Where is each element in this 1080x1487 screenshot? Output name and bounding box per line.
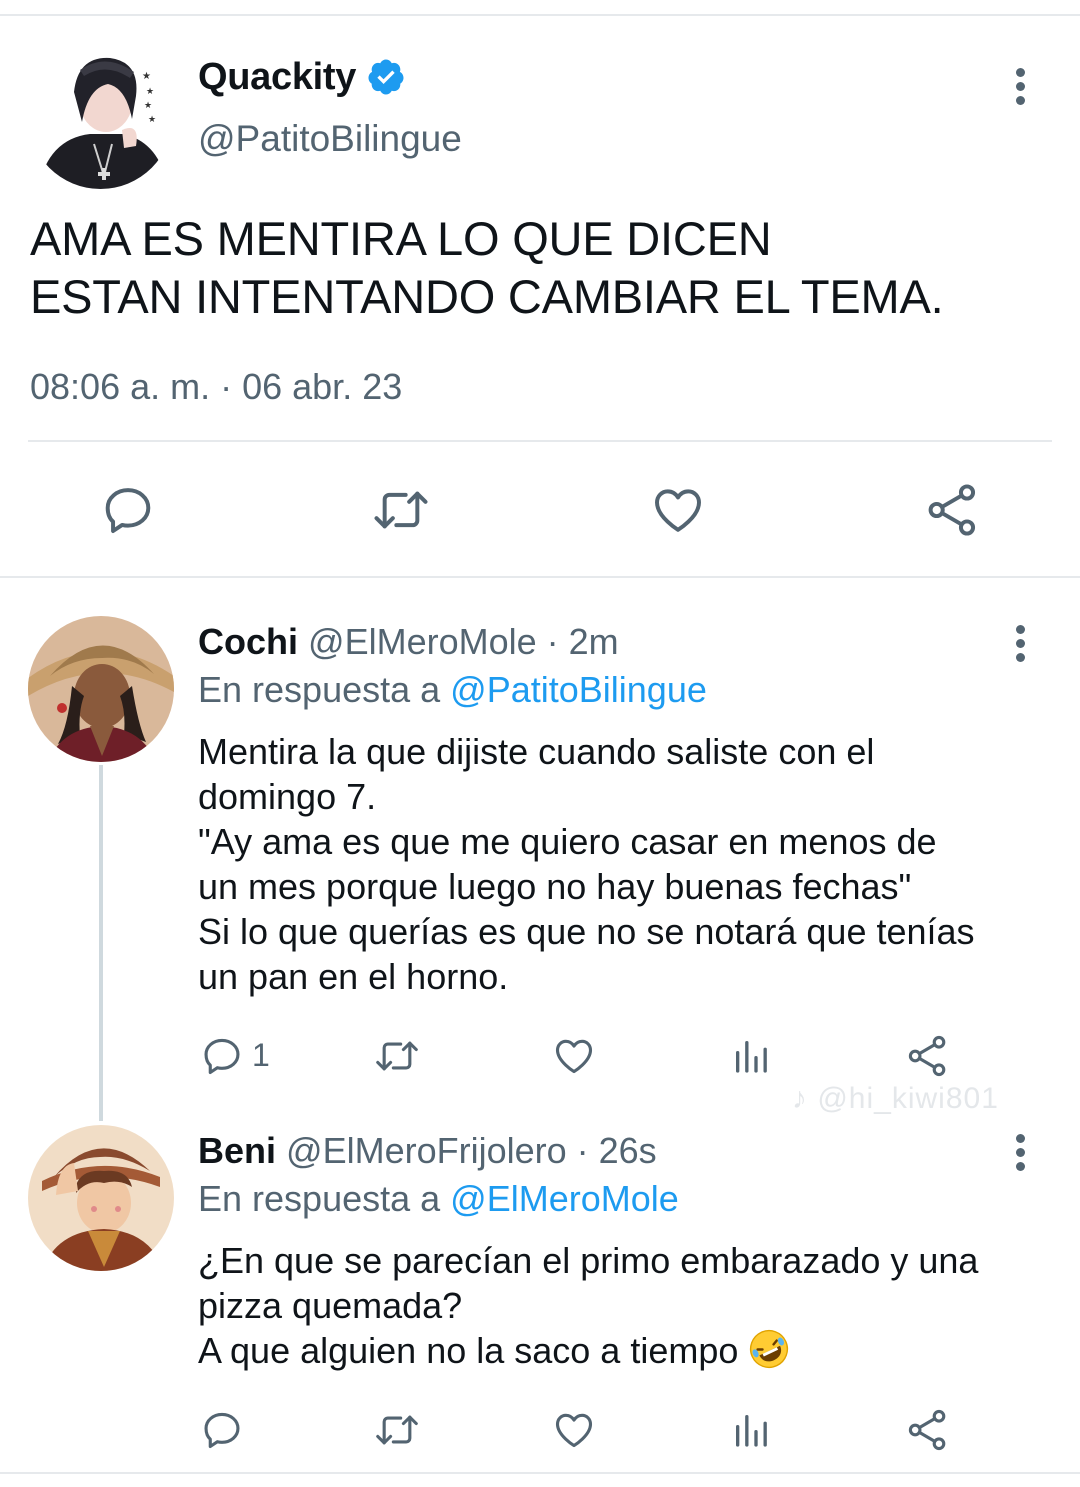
reply-icon[interactable] (200, 1408, 244, 1452)
tweet-text-line: ESTAN INTENTANDO CAMBIAR EL TEMA. (30, 270, 944, 323)
tweet-text-line: domingo 7. (198, 776, 377, 817)
divider (28, 440, 1052, 442)
more-options-icon[interactable] (1014, 625, 1026, 663)
author-handle[interactable]: @ElMeroMole · 2m (308, 621, 619, 662)
replying-to: En respuesta a @ElMeroMole (198, 1178, 679, 1220)
tweet-text-line: Mentira la que dijiste cuando saliste co… (198, 731, 875, 772)
quackity-avatar[interactable]: ★ ★ ★ ★ (28, 44, 173, 189)
bottom-divider (0, 1472, 1080, 1474)
analytics-icon[interactable] (731, 1036, 771, 1076)
more-options-icon[interactable] (1014, 1134, 1026, 1172)
reply-header: Cochi @ElMeroMole · 2m (198, 621, 619, 663)
author-name[interactable]: Cochi (198, 621, 298, 662)
tweet-text: ¿En que se parecían el primo embarazado … (198, 1238, 1058, 1373)
like-icon[interactable] (650, 482, 706, 538)
tweet-text-line: A que alguien no la saco a tiempo (198, 1328, 1058, 1373)
retweet-icon[interactable] (372, 1034, 422, 1078)
tweet-text-line: ¿En que se parecían el primo embarazado … (198, 1240, 979, 1281)
thread-line (99, 765, 103, 1121)
more-options-icon[interactable] (1014, 68, 1026, 106)
tweet-text-fragment: A que alguien no la saco a tiempo (198, 1330, 739, 1371)
cochi-avatar[interactable] (28, 616, 174, 762)
reply-icon[interactable] (200, 1034, 244, 1078)
beni-avatar[interactable] (28, 1125, 174, 1271)
svg-text:★: ★ (144, 100, 152, 110)
author-name[interactable]: Quackity (198, 56, 356, 99)
retweet-icon[interactable] (372, 1408, 422, 1452)
author-name[interactable]: Beni (198, 1130, 276, 1171)
watermark: ♪ @hi_kiwi801 (792, 1082, 999, 1115)
tweet-text-line: pizza quemada? (198, 1285, 463, 1326)
mention-link[interactable]: @ElMeroMole (450, 1178, 679, 1219)
tweet-text: Mentira la que dijiste cuando saliste co… (198, 729, 1058, 999)
top-divider (0, 14, 1080, 16)
tweet-text-line: Si lo que querías es que no se notará qu… (198, 911, 975, 952)
verified-badge-icon (368, 59, 404, 95)
svg-text:★: ★ (146, 86, 154, 96)
tweet-text-line: un mes porque luego no hay buenas fechas… (198, 866, 912, 907)
svg-text:★: ★ (148, 114, 156, 124)
mention-link[interactable]: @PatitoBilingue (450, 669, 707, 710)
tweet-timestamp[interactable]: 08:06 a. m. · 06 abr. 23 (30, 366, 402, 408)
share-icon[interactable] (906, 1034, 950, 1078)
replying-to: En respuesta a @PatitoBilingue (198, 669, 707, 711)
tweet-text-line: AMA ES MENTIRA LO QUE DICEN (30, 212, 772, 265)
rolling-on-floor-laughing-icon (750, 1330, 789, 1369)
reply-icon[interactable] (100, 482, 156, 538)
reply-header: Beni @ElMeroFrijolero · 26s (198, 1130, 657, 1172)
tweet-text-line: un pan en el horno. (198, 956, 509, 997)
share-icon[interactable] (906, 1408, 950, 1452)
author-handle[interactable]: @PatitoBilingue (198, 118, 462, 160)
share-icon[interactable] (925, 482, 981, 538)
svg-text:★: ★ (142, 71, 151, 82)
like-icon[interactable] (552, 1034, 596, 1078)
author-handle[interactable]: @ElMeroFrijolero · 26s (286, 1130, 657, 1171)
tweet-text: AMA ES MENTIRA LO QUE DICEN ESTAN INTENT… (30, 210, 944, 326)
retweet-icon[interactable] (370, 482, 432, 538)
section-divider (0, 576, 1080, 578)
reply-count: 1 (252, 1037, 270, 1073)
analytics-icon[interactable] (731, 1410, 771, 1450)
like-icon[interactable] (552, 1408, 596, 1452)
tweet-text-line: "Ay ama es que me quiero casar en menos … (198, 821, 937, 862)
replying-to-label: En respuesta a (198, 1178, 451, 1219)
replying-to-label: En respuesta a (198, 669, 451, 710)
